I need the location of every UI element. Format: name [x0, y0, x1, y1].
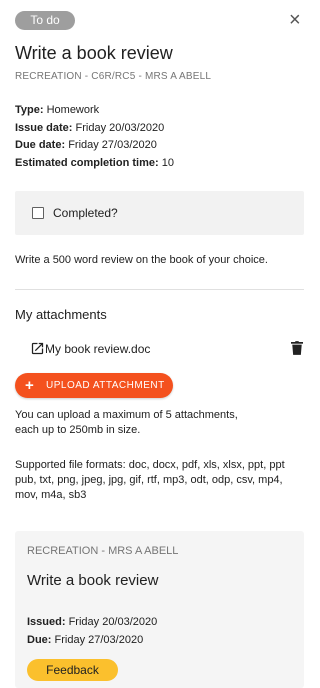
- assignment-details: Type: Homework Issue date: Friday 20/03/…: [15, 102, 174, 172]
- close-icon[interactable]: ×: [289, 10, 301, 30]
- card-issued-label: Issued:: [27, 616, 66, 628]
- assignment-title: Write a book review: [15, 43, 173, 63]
- card-title: Write a book review: [27, 572, 159, 589]
- plus-icon: +: [25, 377, 35, 394]
- type-label: Type:: [15, 104, 44, 116]
- issue-date-value: Friday 20/03/2020: [75, 121, 165, 134]
- limits-line-2: each up to 250mb in size.: [15, 424, 141, 436]
- upload-attachment-label: UPLOAD ATTACHMENT: [46, 380, 165, 391]
- assignment-card: RECREATION - MRS A ABELL Write a book re…: [15, 531, 304, 688]
- attachments-heading: My attachments: [15, 307, 107, 322]
- instructions-text: Write a 500 word review on the book of y…: [15, 254, 268, 266]
- card-issued-value: Friday 20/03/2020: [68, 616, 158, 628]
- feedback-button[interactable]: Feedback: [27, 659, 118, 681]
- type-value: Homework: [46, 104, 100, 116]
- card-due-row: Due: Friday 27/03/2020: [27, 631, 157, 649]
- upload-limits-text: You can upload a maximum of 5 attachment…: [15, 408, 265, 438]
- issue-date-label: Issue date:: [15, 121, 73, 134]
- open-in-new-icon[interactable]: [30, 341, 45, 356]
- card-issued-row: Issued: Friday 20/03/2020: [27, 613, 157, 631]
- card-due-value: Friday 27/03/2020: [54, 634, 144, 646]
- divider: [15, 289, 304, 290]
- issue-date-row: Issue date: Friday 20/03/2020: [15, 120, 174, 138]
- trash-icon[interactable]: [291, 341, 303, 355]
- formats-line-2: pub, txt, png, jpeg, jpg, gif, rtf, mp3,…: [15, 474, 283, 486]
- completed-toggle[interactable]: Completed?: [15, 191, 304, 235]
- card-details: Issued: Friday 20/03/2020 Due: Friday 27…: [27, 613, 157, 649]
- completed-label: Completed?: [53, 206, 118, 220]
- estimated-time-label: Estimated completion time:: [15, 156, 159, 169]
- due-date-label: Due date:: [15, 139, 66, 151]
- supported-formats-text: Supported file formats: doc, docx, pdf, …: [15, 458, 304, 503]
- completed-checkbox[interactable]: [32, 207, 44, 219]
- attachment-name[interactable]: My book review.doc: [45, 342, 150, 356]
- type-row: Type: Homework: [15, 102, 174, 120]
- limits-line-1: You can upload a maximum of 5 attachment…: [15, 409, 238, 421]
- status-chip: To do: [15, 11, 75, 30]
- due-date-value: Friday 27/03/2020: [68, 139, 157, 151]
- attachment-item[interactable]: My book review.doc: [30, 341, 304, 357]
- due-date-row: Due date: Friday 27/03/2020: [15, 137, 174, 155]
- estimated-time-value: 10: [161, 156, 174, 169]
- formats-line-3: mov, m4a, sb3: [15, 489, 87, 501]
- assignment-subtitle: RECREATION - C6R/RC5 - MRS A ABELL: [15, 71, 212, 82]
- upload-attachment-button[interactable]: + UPLOAD ATTACHMENT: [15, 373, 173, 398]
- estimated-time-row: Estimated completion time: 10: [15, 155, 174, 173]
- card-due-label: Due:: [27, 634, 52, 646]
- formats-line-1: Supported file formats: doc, docx, pdf, …: [15, 459, 285, 471]
- card-subtitle: RECREATION - MRS A ABELL: [27, 545, 179, 557]
